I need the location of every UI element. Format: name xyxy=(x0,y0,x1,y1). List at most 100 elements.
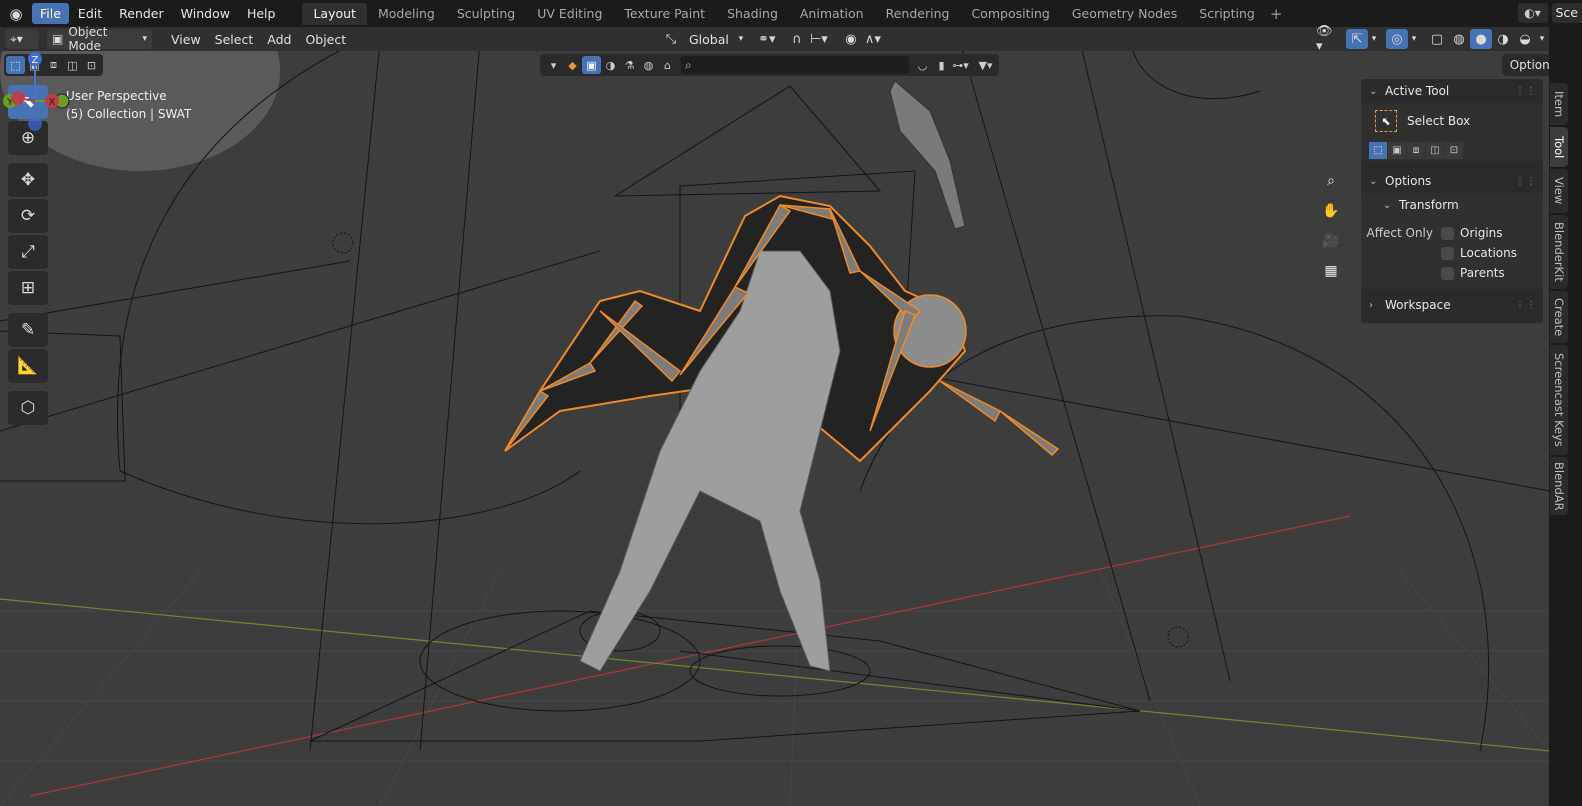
shading-ball-icon[interactable]: ⚗ xyxy=(620,56,639,74)
scene-browse-icon[interactable]: ◐▾ xyxy=(1517,3,1548,23)
tab-layout[interactable]: Layout xyxy=(302,2,367,25)
add-workspace-button[interactable]: + xyxy=(1270,5,1283,23)
transform-orientation-icon[interactable]: ⤡ xyxy=(660,29,682,49)
tab-sculpting[interactable]: Sculpting xyxy=(446,3,526,25)
proportional-edit-icon[interactable]: ◉ xyxy=(840,29,862,49)
tab-view[interactable]: View xyxy=(1550,169,1568,213)
tab-texture-paint[interactable]: Texture Paint xyxy=(613,3,716,25)
editor-type-button[interactable]: ⌖▾ xyxy=(5,29,39,49)
scene-selector: ◐▾ Sce xyxy=(1517,3,1582,23)
transform-orientation-selector[interactable]: Global xyxy=(682,32,736,47)
origins-checkbox[interactable] xyxy=(1441,226,1454,240)
tab-geometry-nodes[interactable]: Geometry Nodes xyxy=(1061,3,1188,25)
hierarchy-icon[interactable]: ⊶▾ xyxy=(951,56,970,74)
drag-grip-icon[interactable]: ⋮⋮ xyxy=(1515,86,1537,97)
mode-new-icon[interactable]: ⬚ xyxy=(1369,141,1387,159)
section-options[interactable]: ⌄ Options ⋮⋮ xyxy=(1361,169,1543,193)
wireframe-shading-icon[interactable]: ◍ xyxy=(1448,29,1470,49)
search-input[interactable]: ⌕ xyxy=(681,56,909,74)
visibility-icon[interactable]: 👁▾ xyxy=(1316,24,1338,54)
menu-help[interactable]: Help xyxy=(239,3,284,24)
filter-icon[interactable]: ▼▾ xyxy=(976,56,995,74)
affect-only-origins-row[interactable]: Affect Only Origins xyxy=(1361,223,1543,243)
chevron-down-icon[interactable]: ▾ xyxy=(1368,29,1380,49)
falloff-icon[interactable]: ∧▾ xyxy=(862,29,884,49)
xray-icon[interactable]: ▢ xyxy=(1426,29,1448,49)
transform-tool-icon[interactable]: ⊞ xyxy=(8,271,48,305)
zoom-icon[interactable]: ⌕ xyxy=(1318,168,1344,194)
affect-only-parents-row[interactable]: Parents xyxy=(1361,263,1543,283)
tab-screencast-keys[interactable]: Screencast Keys xyxy=(1550,345,1568,455)
drag-grip-icon[interactable]: ⋮⋮ xyxy=(1515,176,1537,187)
color-cube-icon[interactable]: ◆ xyxy=(563,56,582,74)
tab-compositing[interactable]: Compositing xyxy=(960,3,1060,25)
solid-icon[interactable]: ◑ xyxy=(601,56,620,74)
tab-rendering[interactable]: Rendering xyxy=(875,3,961,25)
snap-icon[interactable]: ∩ xyxy=(786,29,808,49)
3d-viewport[interactable]: ⬚ ▣ ⧈ ◫ ⊡ User Perspective (5) Collectio… xyxy=(0,51,1582,806)
collection-label: (5) Collection | SWAT xyxy=(66,107,192,121)
chevron-down-icon[interactable]: ▾ xyxy=(1536,29,1548,49)
menu-file[interactable]: File xyxy=(32,3,69,24)
chevron-down-icon[interactable]: ▾ xyxy=(1408,29,1420,49)
parents-checkbox[interactable] xyxy=(1441,266,1454,280)
drag-grip-icon[interactable]: ⋮⋮ xyxy=(1515,300,1537,311)
locations-checkbox[interactable] xyxy=(1441,246,1454,260)
header-menu-add[interactable]: Add xyxy=(260,32,298,47)
section-workspace[interactable]: › Workspace ⋮⋮ xyxy=(1361,293,1543,317)
solid-shading-icon[interactable]: ● xyxy=(1470,29,1492,49)
camera-view-icon[interactable]: 🎥 xyxy=(1318,228,1344,254)
tab-tool[interactable]: Tool xyxy=(1550,127,1568,167)
pan-hand-icon[interactable]: ✋ xyxy=(1318,198,1344,224)
menu-render[interactable]: Render xyxy=(111,3,172,24)
rendered-shading-icon[interactable]: ◒ xyxy=(1514,29,1536,49)
mode-intersect-icon[interactable]: ⊡ xyxy=(1445,141,1463,159)
menu-window[interactable]: Window xyxy=(173,3,238,24)
mode-selector[interactable]: ▣ Object Mode ▾ xyxy=(47,25,152,53)
active-tool-name: Select Box xyxy=(1407,114,1471,128)
dash-icon[interactable]: ◡ xyxy=(913,56,932,74)
mode-extend-icon[interactable]: ▣ xyxy=(1388,141,1406,159)
section-active-tool[interactable]: ⌄ Active Tool ⋮⋮ xyxy=(1361,79,1543,103)
chevron-down-icon[interactable]: ▾ xyxy=(544,56,563,74)
rifle-object xyxy=(889,80,966,230)
tab-blenderkit[interactable]: BlenderKit xyxy=(1550,215,1568,289)
mode-subtract-icon[interactable]: ⧈ xyxy=(1407,141,1425,159)
active-tool-row[interactable]: ⬉ Select Box xyxy=(1361,103,1543,139)
snap-target-icon[interactable]: ⊢▾ xyxy=(808,29,830,49)
measure-tool-icon[interactable]: 📐 xyxy=(8,349,48,383)
pivot-point-icon[interactable]: ⚭▾ xyxy=(756,29,778,49)
bookmark-icon[interactable]: ▮ xyxy=(932,56,951,74)
header-menu-view[interactable]: View xyxy=(164,32,208,47)
scene-name-field[interactable]: Sce xyxy=(1551,3,1582,23)
gizmo-toggle-icon[interactable]: ⇱ xyxy=(1346,29,1368,49)
move-tool-icon[interactable]: ✥ xyxy=(8,163,48,197)
tab-animation[interactable]: Animation xyxy=(789,3,875,25)
tab-blendar[interactable]: BlendAR xyxy=(1550,457,1568,515)
header-menu-select[interactable]: Select xyxy=(208,32,261,47)
menu-edit[interactable]: Edit xyxy=(70,3,110,24)
select-mode-icon[interactable]: ▣ xyxy=(582,56,601,74)
annotate-tool-icon[interactable]: ✎ xyxy=(8,313,48,347)
subsection-transform[interactable]: ⌄ Transform xyxy=(1361,193,1543,217)
add-cube-tool-icon[interactable]: ⬡ xyxy=(8,391,48,425)
perspective-grid-icon[interactable]: ▦ xyxy=(1318,258,1344,284)
header-menu-object[interactable]: Object xyxy=(298,32,353,47)
rotate-tool-icon[interactable]: ⟳ xyxy=(8,199,48,233)
globe-icon[interactable]: ◍ xyxy=(639,56,658,74)
tab-item[interactable]: Item xyxy=(1550,83,1568,125)
camera-icon[interactable]: ⌂ xyxy=(658,56,677,74)
affect-only-locations-row[interactable]: Locations xyxy=(1361,243,1543,263)
tab-shading[interactable]: Shading xyxy=(716,3,789,25)
mode-invert-icon[interactable]: ◫ xyxy=(1426,141,1444,159)
blender-logo-icon[interactable]: ◉ xyxy=(0,0,32,27)
tab-create[interactable]: Create xyxy=(1550,291,1568,343)
select-intersect-icon[interactable]: ⊡ xyxy=(82,56,101,74)
scale-tool-icon[interactable]: ⤢ xyxy=(8,235,48,269)
overlays-icon[interactable]: ◎ xyxy=(1386,29,1408,49)
navigation-gizmo[interactable]: Z Y X xyxy=(0,51,72,137)
tab-modeling[interactable]: Modeling xyxy=(367,3,446,25)
tab-scripting[interactable]: Scripting xyxy=(1188,3,1266,25)
material-shading-icon[interactable]: ◑ xyxy=(1492,29,1514,49)
tab-uv-editing[interactable]: UV Editing xyxy=(526,3,613,25)
